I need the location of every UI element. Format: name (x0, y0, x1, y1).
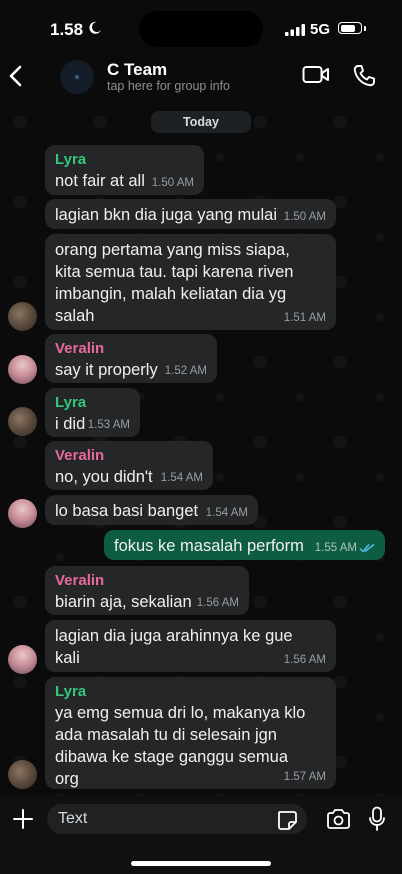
message-text: ada masalah tu di selesain jgn (55, 726, 277, 744)
message-text: ya emg semua dri lo, makanya klo (55, 704, 306, 722)
message-time: 1.56 AM (196, 597, 239, 609)
avatar[interactable] (8, 407, 37, 436)
message-text: dibawa ke stage ganggu semua (55, 748, 288, 766)
avatar[interactable] (8, 645, 37, 674)
phone-icon[interactable] (352, 64, 376, 88)
avatar[interactable] (8, 355, 37, 384)
plus-icon[interactable] (12, 808, 34, 830)
message-bubble[interactable]: lagian bkn dia juga yang mulai 1.50 AM (45, 199, 336, 229)
chevron-left-icon[interactable] (6, 62, 26, 90)
chat-title[interactable]: C Team (107, 60, 167, 80)
message-bubble[interactable]: orang pertama yang miss siapa, kita semu… (45, 234, 336, 330)
message-bubble[interactable]: Veralin no, you didn't 1.54 AM (45, 441, 213, 490)
sender-name[interactable]: Lyra (55, 682, 326, 702)
message-time: 1.50 AM (151, 177, 194, 189)
message-bubble[interactable]: lagian dia juga arahinnya ke gue kali 1.… (45, 620, 336, 672)
double-check-icon (359, 543, 375, 553)
message-input[interactable]: Text (47, 804, 307, 834)
message-bubble[interactable]: Lyra ya emg semua dri lo, makanya klo ad… (45, 677, 336, 789)
group-avatar[interactable] (60, 60, 94, 94)
message-time: 1.57 AM (283, 771, 326, 783)
message-text: lagian dia juga arahinnya ke gue (55, 627, 293, 645)
chat-subtitle[interactable]: tap here for group info (107, 79, 230, 93)
home-indicator[interactable] (131, 861, 271, 866)
message-text: imbangin, malah keliatan dia yg (55, 285, 287, 303)
message-bubble[interactable]: lo basa basi banget 1.54 AM (45, 495, 258, 525)
signal-icon (285, 24, 305, 36)
sender-name[interactable]: Veralin (55, 446, 203, 466)
message-time-text: 1.55 AM (314, 542, 357, 554)
message-bubble-outgoing[interactable]: fokus ke masalah perform 1.55 AM (104, 530, 385, 560)
avatar[interactable] (8, 760, 37, 789)
sender-name[interactable]: Veralin (55, 571, 239, 591)
message-bubble[interactable]: Veralin say it properly 1.52 AM (45, 334, 217, 383)
message-time: 1.50 AM (283, 211, 326, 223)
avatar[interactable] (8, 302, 37, 331)
message-time: 1.53 AM (87, 419, 130, 431)
camera-icon[interactable] (326, 808, 351, 830)
avatar-dot (75, 75, 79, 79)
message-text: orang pertama yang miss siapa, (55, 241, 290, 259)
video-camera-icon[interactable] (302, 65, 330, 85)
sender-name[interactable]: Lyra (55, 150, 194, 170)
status-bar: 1.58 5G (0, 0, 402, 58)
message-bubble[interactable]: Lyra i did 1.53 AM (45, 388, 140, 437)
message-time: 1.56 AM (283, 654, 326, 666)
status-time: 1.58 (50, 20, 84, 39)
battery-cap (364, 26, 366, 31)
sender-name[interactable]: Lyra (55, 393, 130, 413)
sender-name[interactable]: Veralin (55, 339, 207, 359)
network-type: 5G (310, 21, 331, 38)
battery-icon (338, 22, 362, 34)
message-time: 1.52 AM (164, 365, 207, 377)
message-bubble[interactable]: Lyra not fair at all 1.50 AM (45, 145, 204, 195)
date-chip: Today (151, 111, 251, 133)
chat-header[interactable]: C Team tap here for group info (0, 52, 402, 100)
dynamic-island (139, 11, 263, 47)
message-time: 1.54 AM (205, 507, 248, 519)
message-text: kita semua tau. tapi karena riven (55, 263, 294, 281)
message-time: 1.54 AM (160, 472, 203, 484)
microphone-icon[interactable] (368, 806, 386, 832)
message-list[interactable]: Today Lyra not fair at all 1.50 AM lagia… (0, 102, 402, 796)
avatar[interactable] (8, 499, 37, 528)
sticker-icon[interactable] (276, 809, 298, 831)
moon-icon (89, 21, 101, 34)
message-time: 1.55 AM (315, 542, 375, 554)
message-bubble[interactable]: Veralin biarin aja, sekalian 1.56 AM (45, 566, 249, 615)
message-time: 1.51 AM (283, 312, 326, 324)
